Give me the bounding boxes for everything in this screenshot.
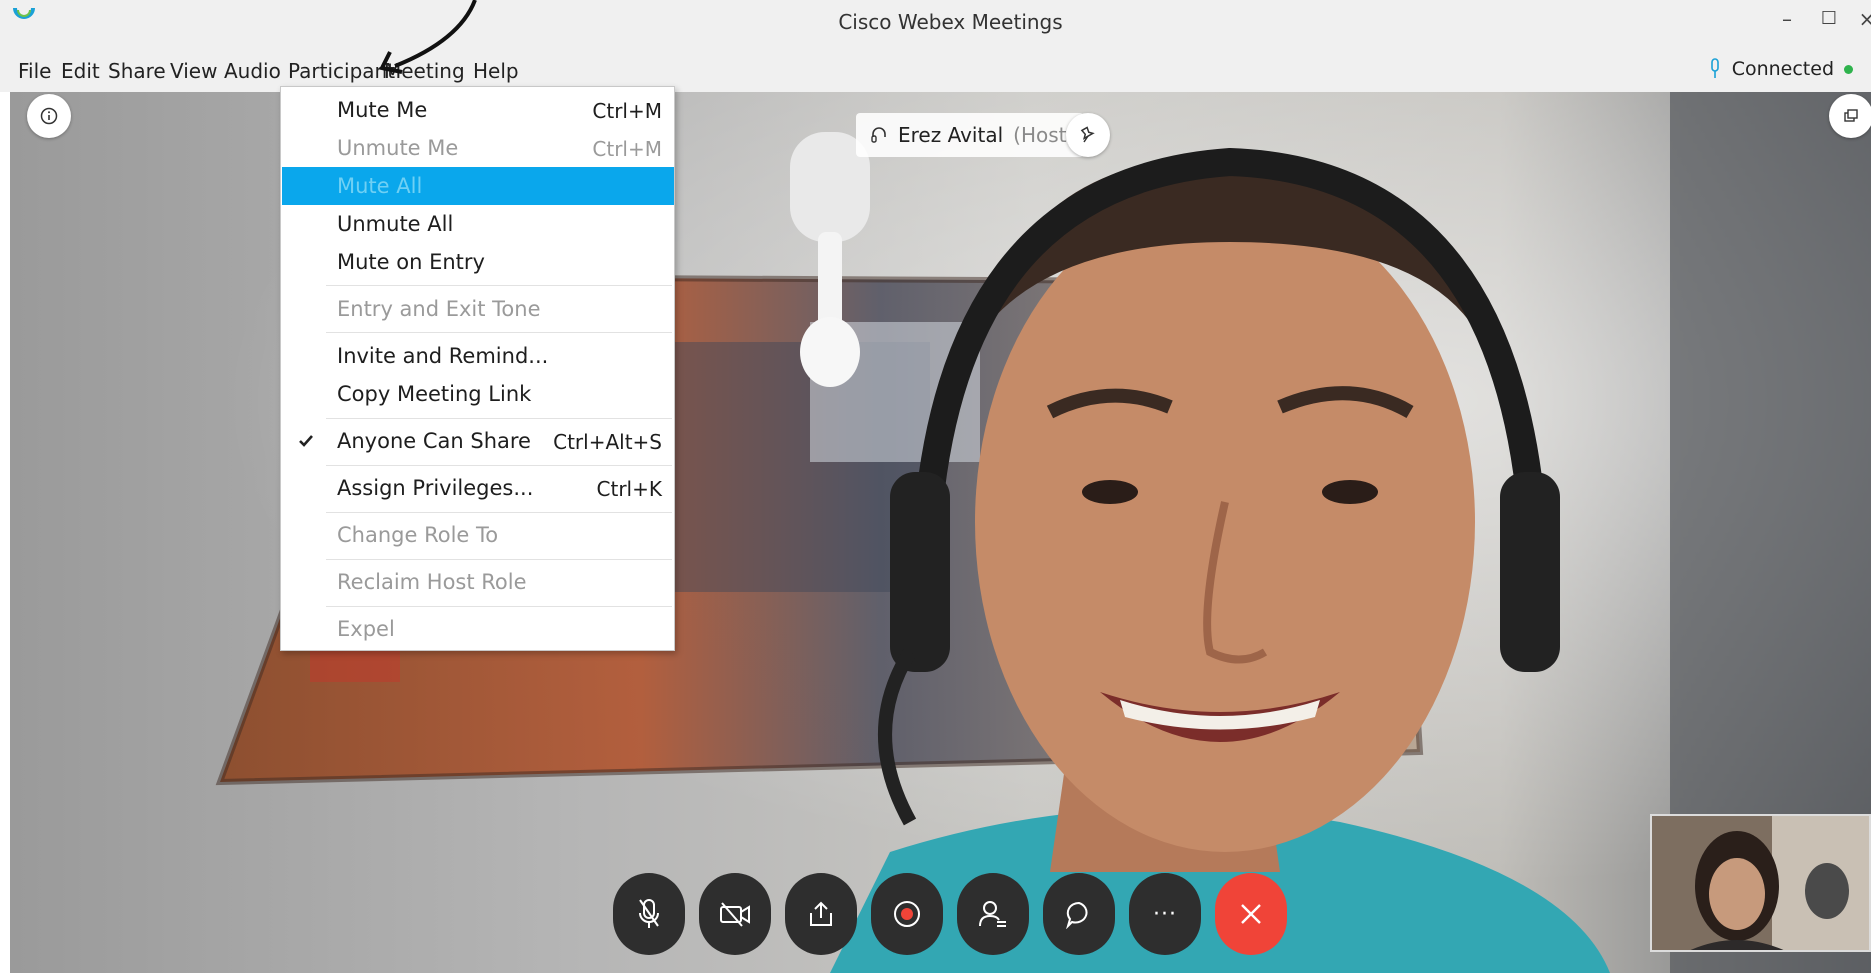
- leave-meeting-button[interactable]: [1215, 873, 1287, 955]
- menu-separator: [326, 606, 672, 607]
- menu-meeting[interactable]: Meeting: [384, 59, 465, 83]
- more-icon: ···: [1153, 901, 1177, 927]
- chat-icon: [1066, 901, 1088, 929]
- chat-button[interactable]: [1043, 873, 1115, 955]
- menu-item-assign-privileges[interactable]: Assign Privileges... Ctrl+K: [282, 469, 674, 507]
- menu-edit[interactable]: Edit: [61, 59, 100, 83]
- menu-separator: [326, 465, 672, 466]
- pin-icon: [1080, 126, 1095, 143]
- menu-separator: [326, 332, 672, 333]
- title-bar: Cisco Webex Meetings – ☐ ×: [0, 0, 1871, 47]
- meeting-info-button[interactable]: [27, 94, 71, 138]
- connection-status[interactable]: Connected: [1708, 57, 1853, 81]
- menu-audio[interactable]: Audio: [224, 59, 281, 83]
- speaker-name: Erez Avital: [898, 123, 1004, 147]
- menu-item-unmute-me: Unmute Me Ctrl+M: [337, 136, 662, 161]
- participants-icon: [979, 901, 1006, 927]
- menu-item-mute-on-entry[interactable]: Mute on Entry: [282, 243, 674, 281]
- menu-help[interactable]: Help: [473, 59, 519, 83]
- connected-indicator: [1844, 64, 1853, 74]
- checkmark-icon: [299, 435, 313, 447]
- window-title: Cisco Webex Meetings: [838, 10, 1063, 34]
- active-speaker-label: Erez Avital (Host): [856, 113, 1085, 157]
- mute-button[interactable]: [613, 873, 685, 955]
- menu-item-copy-meeting-link[interactable]: Copy Meeting Link: [282, 375, 674, 413]
- menu-item-invite-and-remind[interactable]: Invite and Remind...: [282, 337, 674, 375]
- menu-item-unmute-all[interactable]: Unmute All: [282, 205, 674, 243]
- menu-item-reclaim-host-role: Reclaim Host Role: [337, 570, 527, 594]
- maximize-button[interactable]: ☐: [1812, 4, 1846, 34]
- headset-icon: [871, 127, 886, 143]
- menu-separator: [326, 512, 672, 513]
- minimize-button[interactable]: –: [1770, 4, 1804, 34]
- video-button[interactable]: [699, 873, 771, 955]
- webex-window: Cisco Webex Meetings – ☐ × File Edit Sha…: [0, 0, 1871, 973]
- menu-view[interactable]: View: [170, 59, 217, 83]
- menu-separator: [326, 418, 672, 419]
- menu-participant[interactable]: Participant: [288, 59, 395, 83]
- menu-item-anyone-can-share[interactable]: Anyone Can Share Ctrl+Alt+S: [282, 422, 674, 460]
- participant-dropdown-menu: Mute Me Ctrl+M Unmute Me Ctrl+M Mute All…: [280, 86, 675, 651]
- end-call-icon: [1241, 904, 1261, 924]
- window-layout-icon: [1844, 109, 1858, 122]
- menu-item-change-role-to: Change Role To: [337, 523, 499, 547]
- connection-status-label: Connected: [1731, 58, 1834, 80]
- record-icon: [894, 901, 920, 927]
- self-view-video[interactable]: [1650, 814, 1871, 952]
- microphone-icon: [1710, 58, 1719, 78]
- info-icon: [40, 107, 58, 125]
- more-options-button[interactable]: ···: [1129, 873, 1201, 955]
- menu-separator: [326, 285, 672, 286]
- menu-item-entry-exit-tone: Entry and Exit Tone: [337, 297, 541, 321]
- share-content-button[interactable]: [785, 873, 857, 955]
- self-view-feed: [1652, 816, 1869, 950]
- camera-off-icon: [720, 902, 750, 927]
- participants-button[interactable]: [957, 873, 1029, 955]
- close-button[interactable]: ×: [1850, 4, 1871, 34]
- menu-separator: [326, 559, 672, 560]
- mic-muted-icon: [639, 899, 659, 928]
- layout-toggle-button[interactable]: [1829, 94, 1871, 138]
- menu-file[interactable]: File: [18, 59, 51, 83]
- share-icon: [810, 901, 832, 926]
- pin-video-button[interactable]: [1066, 113, 1110, 157]
- menu-item-expel: Expel: [337, 617, 395, 641]
- meeting-controls: ···: [613, 873, 1287, 955]
- menu-share[interactable]: Share: [108, 59, 166, 83]
- menu-item-mute-all[interactable]: Mute All: [282, 167, 674, 205]
- record-button[interactable]: [871, 873, 943, 955]
- menu-item-mute-me[interactable]: Mute Me Ctrl+M: [282, 91, 674, 129]
